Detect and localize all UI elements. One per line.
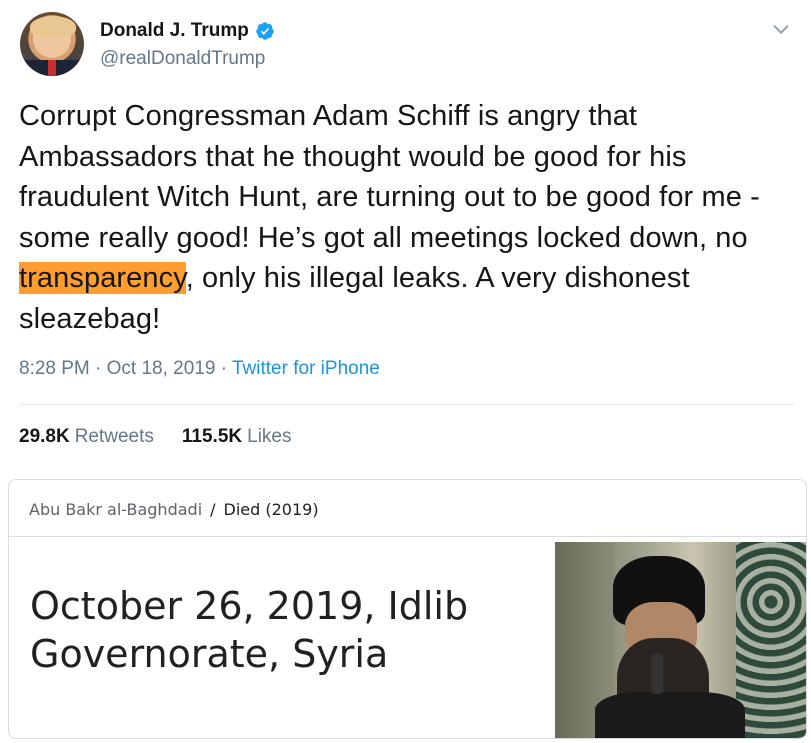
answer-text: October 26, 2019, Idlib Governorate, Syr… bbox=[30, 584, 469, 676]
author-handle[interactable]: @realDonaldTrump bbox=[100, 48, 265, 70]
verified-badge-icon bbox=[256, 22, 274, 40]
photo-robe bbox=[595, 692, 745, 738]
author-name[interactable]: Donald J. Trump bbox=[100, 20, 275, 42]
portrait-photo[interactable] bbox=[555, 542, 806, 738]
retweets-label: Retweets bbox=[74, 426, 154, 447]
card-divider bbox=[9, 536, 806, 537]
likes-label: Likes bbox=[247, 426, 292, 447]
tweet-stats: 29.8K Retweets 115.5K Likes bbox=[19, 426, 292, 448]
tweet-source-link[interactable]: Twitter for iPhone bbox=[232, 358, 380, 379]
avatar-tie bbox=[48, 60, 56, 76]
tweet-text: Corrupt Congressman Adam Schiff is angry… bbox=[19, 96, 799, 339]
knowledge-card: Abu Bakr al-Baghdadi / Died (2019) Octob… bbox=[8, 479, 807, 739]
avatar[interactable] bbox=[20, 12, 84, 76]
divider bbox=[19, 404, 795, 405]
tweet-meta: 8:28 PM · Oct 18, 2019 · Twitter for iPh… bbox=[19, 358, 380, 380]
highlighted-word: transparency bbox=[19, 262, 186, 294]
tweet: Donald J. Trump @realDonaldTrump Corrupt… bbox=[0, 0, 811, 470]
breadcrumb: Abu Bakr al-Baghdadi / Died (2019) bbox=[29, 500, 319, 519]
likes-stat[interactable]: 115.5K Likes bbox=[182, 426, 292, 448]
tweet-date[interactable]: Oct 18, 2019 bbox=[107, 358, 216, 379]
breadcrumb-separator: / bbox=[210, 500, 216, 519]
avatar-hair bbox=[30, 16, 76, 38]
retweets-stat[interactable]: 29.8K Retweets bbox=[19, 426, 154, 448]
retweets-count: 29.8K bbox=[19, 426, 70, 447]
likes-count: 115.5K bbox=[181, 426, 243, 447]
photo-background-pattern bbox=[736, 542, 806, 738]
tweet-time[interactable]: 8:28 PM bbox=[19, 358, 90, 379]
author-name-text: Donald J. Trump bbox=[100, 20, 249, 41]
chevron-down-icon[interactable] bbox=[770, 18, 792, 40]
photo-microphone bbox=[651, 654, 663, 694]
breadcrumb-entity[interactable]: Abu Bakr al-Baghdadi bbox=[29, 500, 202, 519]
meta-separator: · bbox=[89, 358, 107, 379]
breadcrumb-attribute: Died (2019) bbox=[223, 500, 319, 519]
meta-separator: · bbox=[215, 358, 232, 379]
tweet-text-before: Corrupt Congressman Adam Schiff is angry… bbox=[19, 100, 760, 254]
